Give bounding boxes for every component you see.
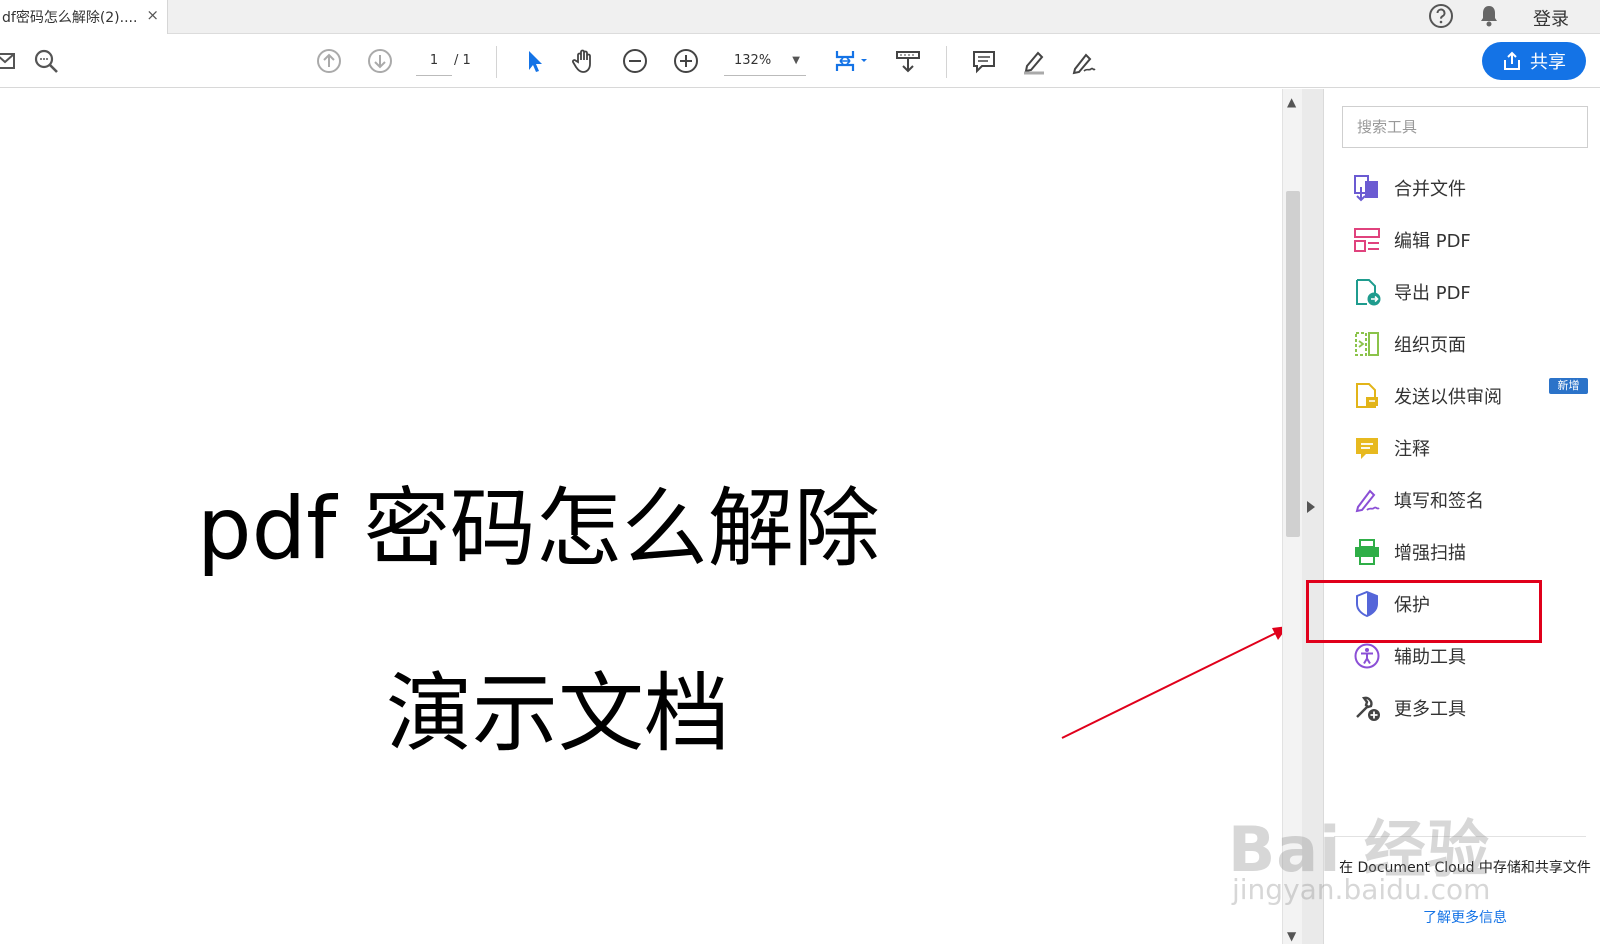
login-link[interactable]: 登录 bbox=[1533, 5, 1569, 31]
highlight-pen-icon[interactable] bbox=[1018, 45, 1050, 77]
document-subheading: 演示文档 bbox=[386, 664, 730, 764]
search-tools-input[interactable]: 搜索工具 bbox=[1342, 106, 1588, 148]
tool-label: 注释 bbox=[1394, 439, 1430, 460]
scrollbar-thumb[interactable] bbox=[1286, 191, 1300, 537]
scroll-mode-icon[interactable] bbox=[892, 45, 924, 77]
previous-page-icon[interactable] bbox=[313, 45, 345, 77]
watermark-url: jingyan.baidu.com bbox=[1232, 873, 1491, 906]
tool-enhance-scans[interactable]: 增强扫描 bbox=[1352, 532, 1592, 572]
page-number-input[interactable]: 1 bbox=[416, 46, 452, 76]
fit-page-icon[interactable] bbox=[830, 45, 874, 77]
share-button[interactable]: 共享 bbox=[1482, 42, 1586, 80]
new-badge: 新增 bbox=[1549, 378, 1588, 394]
toolbar-divider bbox=[496, 46, 497, 78]
protect-highlight-box bbox=[1306, 580, 1542, 643]
tool-label: 辅助工具 bbox=[1394, 647, 1466, 668]
share-label: 共享 bbox=[1530, 52, 1566, 73]
tool-edit-pdf[interactable]: 编辑 PDF bbox=[1352, 220, 1592, 260]
more-tools-icon bbox=[1356, 696, 1380, 721]
tool-comment[interactable]: 注释 bbox=[1352, 428, 1592, 468]
notification-bell-icon[interactable] bbox=[1477, 3, 1501, 29]
tool-label: 更多工具 bbox=[1394, 699, 1466, 720]
accessibility-icon bbox=[1354, 643, 1380, 669]
zoom-in-icon[interactable] bbox=[670, 45, 702, 77]
zoom-level-select[interactable]: 132% ▼ bbox=[724, 46, 806, 76]
tab-bar: df密码怎么解除(2).... × 登录 bbox=[0, 0, 1600, 34]
tool-export-pdf[interactable]: 导出 PDF bbox=[1352, 272, 1592, 312]
send-mail-icon[interactable] bbox=[0, 45, 22, 77]
tool-label: 发送以供审阅 bbox=[1394, 387, 1502, 408]
find-text-icon[interactable] bbox=[30, 45, 62, 77]
share-icon bbox=[1504, 51, 1520, 70]
tool-organize-pages[interactable]: 组织页面 bbox=[1352, 324, 1592, 364]
fill-sign-icon bbox=[1355, 489, 1380, 513]
tool-label: 合并文件 bbox=[1394, 179, 1466, 200]
hand-tool-icon[interactable] bbox=[568, 45, 600, 77]
tool-label: 增强扫描 bbox=[1394, 543, 1466, 564]
scroll-up-icon[interactable]: ▲ bbox=[1287, 95, 1296, 109]
tool-more-tools[interactable]: 更多工具 bbox=[1352, 688, 1592, 728]
select-cursor-icon[interactable] bbox=[518, 45, 550, 77]
tool-label: 填写和签名 bbox=[1394, 491, 1484, 512]
organize-pages-icon bbox=[1355, 332, 1379, 356]
document-view[interactable]: pdf 密码怎么解除 演示文档 bbox=[0, 89, 1282, 944]
comment-icon[interactable] bbox=[968, 45, 1000, 77]
collapse-arrow-icon[interactable] bbox=[1307, 501, 1315, 513]
sign-pen-icon[interactable] bbox=[1068, 45, 1100, 77]
enhance-scan-icon bbox=[1355, 539, 1379, 565]
baidu-watermark: Bai 经验 jingyan.baidu.com bbox=[1228, 775, 1528, 915]
tool-combine-files[interactable]: 合并文件 bbox=[1352, 168, 1592, 208]
tool-label: 编辑 PDF bbox=[1394, 231, 1471, 252]
zoom-level-value: 132% bbox=[734, 53, 772, 68]
annotation-arrow bbox=[1061, 626, 1288, 739]
main-toolbar: 1 / 1 132% ▼ 共享 bbox=[0, 34, 1600, 88]
combine-files-icon bbox=[1354, 175, 1378, 202]
scroll-down-icon[interactable]: ▼ bbox=[1287, 929, 1296, 943]
document-tab[interactable]: df密码怎么解除(2).... × bbox=[0, 0, 168, 34]
tool-fill-and-sign[interactable]: 填写和签名 bbox=[1352, 480, 1592, 520]
tab-close-icon[interactable]: × bbox=[146, 6, 159, 24]
page-total: / 1 bbox=[454, 53, 471, 68]
toolbar-divider bbox=[946, 46, 947, 78]
edit-pdf-icon bbox=[1354, 228, 1380, 252]
tool-label: 导出 PDF bbox=[1394, 283, 1471, 304]
next-page-icon[interactable] bbox=[364, 45, 396, 77]
export-pdf-icon bbox=[1356, 279, 1381, 306]
help-icon[interactable] bbox=[1428, 3, 1454, 29]
zoom-caret-icon: ▼ bbox=[792, 55, 800, 66]
tool-label: 组织页面 bbox=[1394, 335, 1466, 356]
tab-title: df密码怎么解除(2).... bbox=[2, 10, 138, 26]
send-review-icon bbox=[1356, 383, 1378, 408]
zoom-out-icon[interactable] bbox=[619, 45, 651, 77]
comment-icon bbox=[1356, 438, 1378, 459]
document-heading: pdf 密码怎么解除 bbox=[197, 479, 880, 579]
